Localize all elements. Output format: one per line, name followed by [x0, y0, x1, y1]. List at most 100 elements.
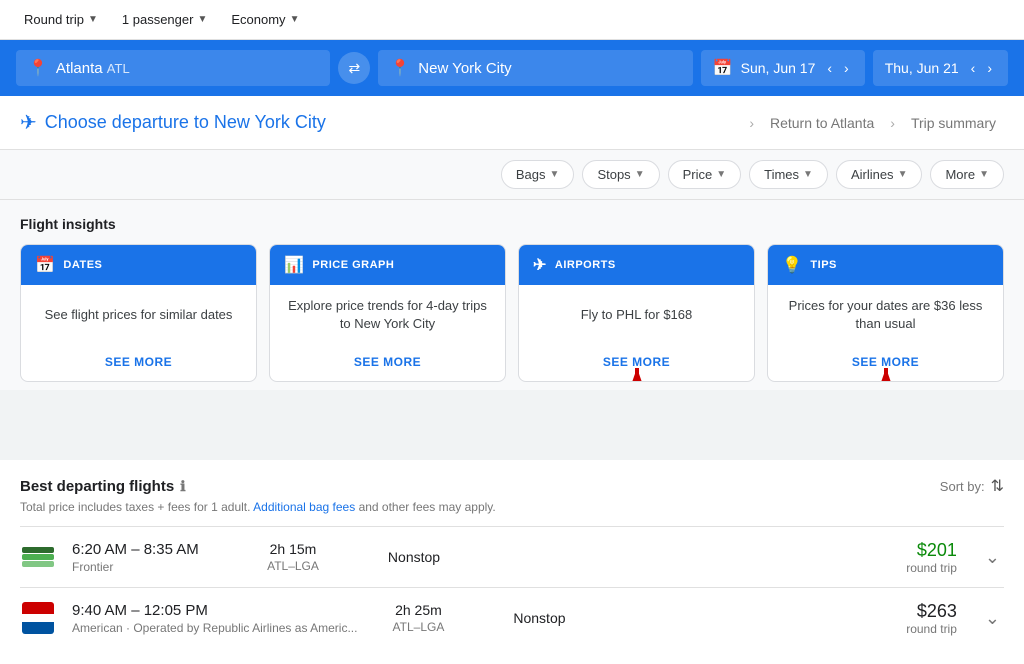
dates-insight-card: 📅 DATES See flight prices for similar da…	[20, 244, 257, 382]
flight-time-1: 6:20 AM – 8:35 AM Frontier	[72, 541, 232, 574]
trip-type-button[interactable]: Round trip ▼	[16, 8, 106, 31]
choose-heading: Choose departure to New York City	[45, 112, 742, 133]
frontier-stripe-mid	[22, 554, 54, 560]
expand-button-2[interactable]: ⌄	[981, 604, 1004, 633]
passengers-button[interactable]: 1 passenger ▼	[114, 8, 215, 31]
location-icon: 📍	[28, 58, 48, 78]
depart-prev-button[interactable]: ‹	[823, 58, 836, 78]
destination-value: New York City	[418, 60, 511, 77]
calendar-icon: 📅	[713, 58, 733, 78]
cabin-button[interactable]: Economy ▼	[223, 8, 307, 31]
flight-airline-1: Frontier	[72, 560, 232, 574]
flight-duration-1: 2h 15m ATL–LGA	[248, 541, 338, 573]
expand-button-1[interactable]: ⌄	[981, 543, 1004, 572]
return-next-button[interactable]: ›	[983, 58, 996, 78]
airlines-label: Airlines	[851, 167, 894, 182]
swap-button[interactable]: ⇄	[338, 52, 370, 84]
price-filter[interactable]: Price ▼	[668, 160, 742, 189]
price-graph-card-label: PRICE GRAPH	[312, 259, 394, 271]
swap-icon: ⇄	[348, 60, 360, 77]
flight-duration-2: 2h 25m ATL–LGA	[373, 602, 463, 634]
aa-stripe-red	[22, 602, 54, 614]
aa-stripe-white	[22, 614, 54, 622]
flights-header: Best departing flights ℹ Sort by: ⇅	[20, 476, 1004, 496]
flight-price-1: $201 round trip	[490, 540, 957, 575]
destination-field[interactable]: 📍 New York City	[378, 50, 692, 86]
sort-icon[interactable]: ⇅	[991, 476, 1004, 496]
airports-see-more-button[interactable]: SEE MORE	[603, 355, 670, 369]
airports-card-text: Fly to PHL for $168	[581, 306, 693, 324]
cabin-label: Economy	[231, 12, 285, 27]
airports-card-body: Fly to PHL for $168	[519, 285, 754, 345]
stops-filter[interactable]: Stops ▼	[582, 160, 659, 189]
flight-row[interactable]: 6:20 AM – 8:35 AM Frontier 2h 15m ATL–LG…	[20, 526, 1004, 587]
price-graph-card-body: Explore price trends for 4-day trips to …	[270, 285, 505, 345]
departure-plane-icon: ✈	[20, 110, 37, 135]
search-bar: 📍 Atlanta ATL ⇄ 📍 New York City 📅 Sun, J…	[0, 40, 1024, 96]
origin-field[interactable]: 📍 Atlanta ATL	[16, 50, 330, 86]
aa-stripe-blue	[22, 622, 54, 634]
flight-duration-time-1: 2h 15m	[248, 541, 338, 557]
tips-icon: 💡	[782, 255, 802, 275]
tips-card-text: Prices for your dates are $36 less than …	[782, 297, 989, 333]
tips-see-more-button[interactable]: SEE MORE	[852, 355, 919, 369]
depart-date-value: Sun, Jun 17	[741, 60, 816, 76]
dates-card-footer: SEE MORE	[21, 345, 256, 381]
flight-stops-1: Nonstop	[354, 549, 474, 565]
price-chevron: ▼	[716, 169, 726, 180]
sort-by-label: Sort by:	[940, 479, 985, 494]
stops-label: Stops	[597, 167, 630, 182]
flight-price-amount-1: $201	[490, 540, 957, 561]
dates-card-header: 📅 DATES	[21, 245, 256, 285]
bags-chevron: ▼	[550, 169, 560, 180]
airports-card-footer: SEE MORE	[519, 345, 754, 381]
bag-fees-link[interactable]: Additional bag fees	[253, 500, 355, 514]
tips-card-label: TIPS	[810, 259, 836, 271]
flight-time-range-1: 6:20 AM – 8:35 AM	[72, 541, 232, 558]
price-label: Price	[683, 167, 713, 182]
flight-row[interactable]: 9:40 AM – 12:05 PM American · Operated b…	[20, 587, 1004, 648]
airports-card-label: AIRPORTS	[555, 259, 616, 271]
return-prev-button[interactable]: ‹	[967, 58, 980, 78]
frontier-stripe-bot	[22, 561, 54, 567]
flight-duration-time-2: 2h 25m	[373, 602, 463, 618]
info-icon[interactable]: ℹ	[180, 478, 185, 495]
tips-insight-card: 💡 TIPS Prices for your dates are $36 les…	[767, 244, 1004, 382]
more-filter[interactable]: More ▼	[930, 160, 1004, 189]
price-graph-see-more-button[interactable]: SEE MORE	[354, 355, 421, 369]
return-date-field[interactable]: Thu, Jun 21 ‹ ›	[873, 50, 1008, 86]
dates-icon: 📅	[35, 255, 55, 275]
breadcrumb-sep-1: ›	[749, 115, 754, 131]
tips-card-header: 💡 TIPS	[768, 245, 1003, 285]
flight-time-range-2: 9:40 AM – 12:05 PM	[72, 602, 357, 619]
flights-section: Best departing flights ℹ Sort by: ⇅ Tota…	[0, 460, 1024, 664]
insights-title: Flight insights	[20, 216, 1004, 232]
depart-next-button[interactable]: ›	[840, 58, 853, 78]
sort-by-area: Sort by: ⇅	[940, 476, 1004, 496]
flights-title-text: Best departing flights	[20, 478, 174, 495]
times-filter[interactable]: Times ▼	[749, 160, 828, 189]
more-label: More	[945, 167, 975, 182]
dates-see-more-button[interactable]: SEE MORE	[105, 355, 172, 369]
times-label: Times	[764, 167, 799, 182]
airports-icon: ✈	[533, 255, 547, 275]
breadcrumb-summary[interactable]: Trip summary	[903, 111, 1004, 135]
insights-cards: 📅 DATES See flight prices for similar da…	[20, 244, 1004, 382]
depart-date-field[interactable]: 📅 Sun, Jun 17 ‹ ›	[701, 50, 865, 86]
flight-price-amount-2: $263	[615, 601, 956, 622]
breadcrumb-return[interactable]: Return to Atlanta	[762, 111, 882, 135]
airports-insight-card: ✈ AIRPORTS Fly to PHL for $168 SEE MORE	[518, 244, 755, 382]
airlines-filter[interactable]: Airlines ▼	[836, 160, 923, 189]
bags-filter[interactable]: Bags ▼	[501, 160, 575, 189]
flight-time-2: 9:40 AM – 12:05 PM American · Operated b…	[72, 602, 357, 635]
flight-price-label-2: round trip	[615, 622, 956, 636]
flights-title-area: Best departing flights ℹ	[20, 478, 186, 495]
flight-price-2: $263 round trip	[615, 601, 956, 636]
breadcrumb-sep-2: ›	[890, 115, 895, 131]
stops-chevron: ▼	[635, 169, 645, 180]
passengers-label: 1 passenger	[122, 12, 194, 27]
frontier-stripe-top	[22, 547, 54, 553]
price-graph-card-text: Explore price trends for 4-day trips to …	[284, 297, 491, 333]
flight-price-label-1: round trip	[490, 561, 957, 575]
trip-type-chevron: ▼	[88, 14, 98, 25]
